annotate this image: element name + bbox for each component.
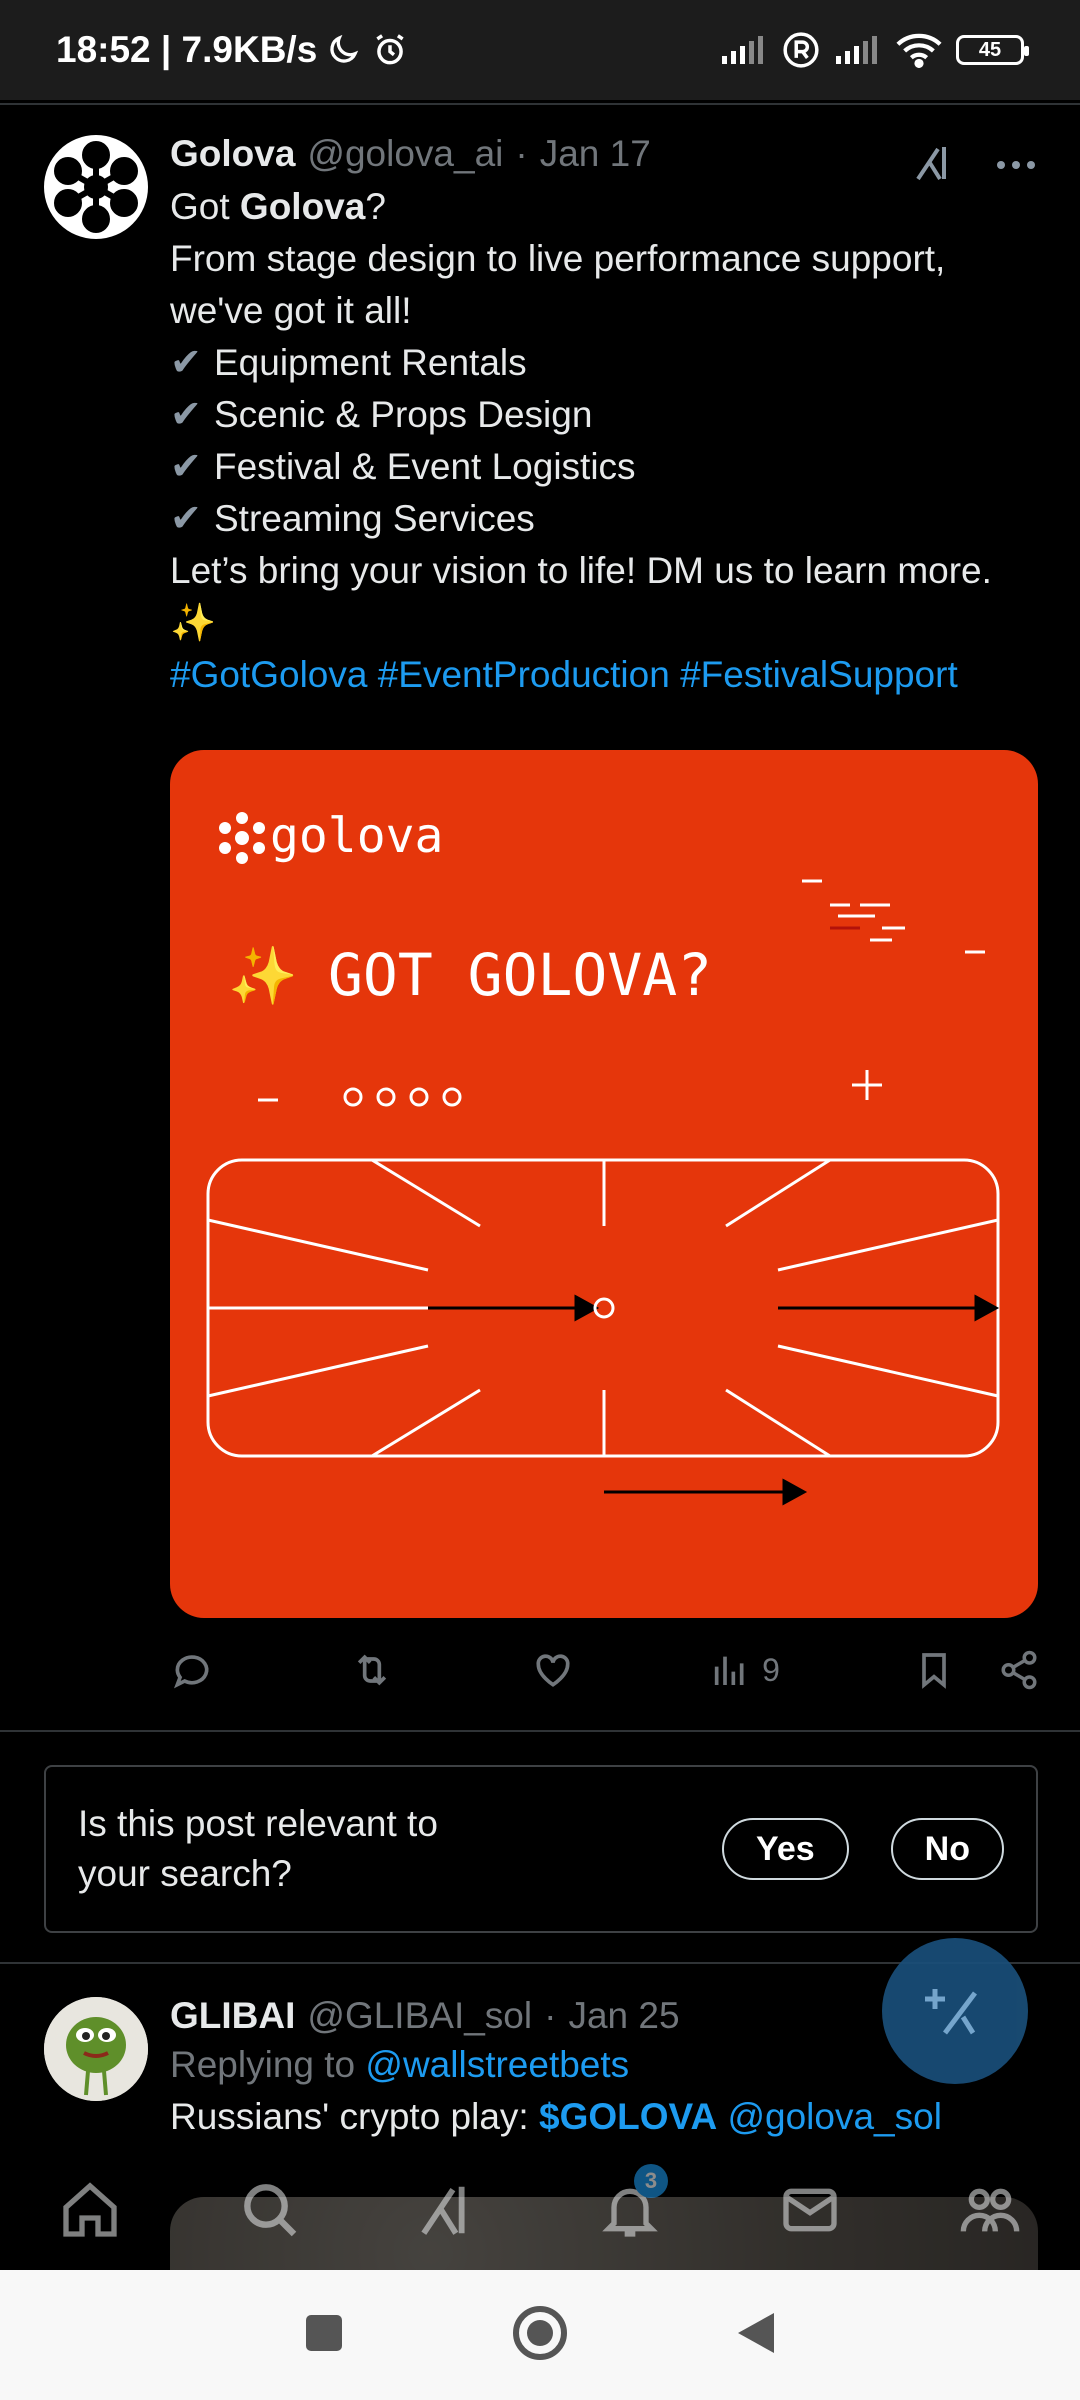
more-options-icon[interactable] bbox=[996, 157, 1036, 175]
intro-suffix: ? bbox=[365, 186, 386, 227]
checklist-label: Equipment Rentals bbox=[214, 342, 527, 383]
post-top-actions bbox=[914, 143, 1036, 188]
post-date[interactable]: Jan 25 bbox=[568, 1995, 679, 2037]
reply-icon bbox=[173, 1655, 209, 1689]
bookmark-share-group bbox=[914, 1648, 1040, 1692]
media-logo-text: golova bbox=[270, 808, 443, 864]
views-icon bbox=[714, 1656, 744, 1685]
separator: · bbox=[544, 1995, 557, 2036]
media-sparkle: ✨ bbox=[228, 944, 298, 1007]
post-action-bar: 9 bbox=[170, 1648, 1040, 1692]
no-button[interactable]: No bbox=[890, 1818, 1004, 1880]
check-icon: ✔ bbox=[170, 394, 202, 436]
alarm-icon bbox=[371, 31, 409, 69]
cashtag-link[interactable]: $GOLOVA bbox=[539, 2096, 717, 2137]
post2-text-line: Russians' crypto play: $GOLOVA @golova_s… bbox=[170, 2091, 1050, 2143]
tab-grok[interactable] bbox=[400, 2160, 500, 2260]
text-prefix: Russians' crypto play: bbox=[170, 2096, 539, 2137]
tab-messages[interactable] bbox=[760, 2160, 860, 2260]
notifications-badge: 3 bbox=[634, 2164, 668, 2198]
post-divider bbox=[0, 1730, 1080, 1732]
relevance-question: Is this post relevant to your search? bbox=[78, 1803, 438, 1894]
replying-prefix: Replying to bbox=[170, 2044, 366, 2085]
author-name[interactable]: Golova bbox=[170, 133, 295, 175]
home-system-button[interactable] bbox=[511, 2304, 569, 2367]
grok-icon[interactable] bbox=[914, 143, 958, 188]
checklist-item: ✔ Scenic & Props Design bbox=[170, 389, 1040, 441]
back-triangle-icon bbox=[737, 2312, 774, 2353]
square-icon bbox=[306, 2314, 343, 2351]
system-nav-bar bbox=[0, 2270, 1080, 2400]
mention-link[interactable]: @golova_sol bbox=[727, 2096, 941, 2137]
battery-indicator: 45 bbox=[956, 35, 1029, 65]
author-handle[interactable]: @golova_ai bbox=[307, 133, 503, 175]
tab-notifications[interactable]: 3 bbox=[580, 2160, 680, 2260]
checklist-item: ✔ Equipment Rentals bbox=[170, 337, 1040, 389]
repost-icon bbox=[357, 1654, 387, 1686]
description-line: From stage design to live performance su… bbox=[170, 238, 946, 331]
signal-2-icon bbox=[834, 34, 882, 66]
bottom-tab-bar: 3 bbox=[0, 2150, 1080, 2270]
repost-button[interactable] bbox=[348, 1648, 396, 1692]
mail-icon bbox=[783, 2188, 837, 2232]
bookmark-icon[interactable] bbox=[914, 1648, 954, 1692]
relevance-buttons: Yes No bbox=[722, 1818, 1004, 1880]
checklist-label: Scenic & Props Design bbox=[214, 394, 593, 435]
top-divider bbox=[0, 103, 1080, 105]
tab-search[interactable] bbox=[220, 2160, 320, 2260]
checklist-item: ✔ Festival & Event Logistics bbox=[170, 441, 1040, 493]
golova-logo-icon bbox=[219, 812, 265, 864]
grok-icon bbox=[421, 2186, 465, 2235]
wifi-icon bbox=[896, 32, 942, 68]
post-media[interactable]: golova ✨ GOT GOLOVA? bbox=[170, 750, 1038, 1618]
relevance-prompt: Is this post relevant to your search? Ye… bbox=[44, 1765, 1038, 1933]
reply-button[interactable] bbox=[170, 1648, 214, 1692]
tab-home[interactable] bbox=[40, 2160, 140, 2260]
checklist-label: Streaming Services bbox=[214, 498, 535, 539]
roaming-icon bbox=[782, 31, 820, 69]
back-button[interactable] bbox=[734, 2309, 778, 2362]
check-icon: ✔ bbox=[170, 446, 202, 488]
media-headline: GOT GOLOVA? bbox=[328, 941, 712, 1009]
circle-icon bbox=[512, 2305, 567, 2360]
communities-icon bbox=[960, 2188, 1020, 2232]
views-button[interactable]: 9 bbox=[710, 1650, 780, 1690]
checklist-label: Festival & Event Logistics bbox=[214, 446, 636, 487]
author-name[interactable]: GLIBAI bbox=[170, 1995, 295, 2037]
post-date[interactable]: Jan 17 bbox=[540, 133, 651, 175]
post-content: Golova @golova_ai · Jan 17 Got Golova? F… bbox=[170, 133, 1040, 701]
intro-prefix: Got bbox=[170, 186, 240, 227]
views-count: 9 bbox=[762, 1651, 780, 1688]
yes-button[interactable]: Yes bbox=[722, 1818, 849, 1880]
separator: · bbox=[515, 133, 528, 174]
author-handle[interactable]: @GLIBAI_sol bbox=[307, 1995, 532, 2037]
cta-line: Let’s bring your vision to life! DM us t… bbox=[170, 550, 992, 643]
recents-button[interactable] bbox=[302, 2311, 346, 2360]
like-button[interactable] bbox=[530, 1648, 576, 1692]
intro-bold: Golova bbox=[239, 186, 366, 227]
home-icon bbox=[63, 2182, 117, 2237]
search-icon bbox=[244, 2184, 297, 2237]
moon-icon bbox=[325, 32, 361, 68]
compose-plus-icon bbox=[925, 1989, 977, 2035]
share-icon[interactable] bbox=[998, 1649, 1040, 1691]
hashtags[interactable]: #GotGolova #EventProduction #FestivalSup… bbox=[170, 649, 1040, 701]
avatar[interactable] bbox=[44, 1997, 148, 2101]
tab-communities[interactable] bbox=[940, 2160, 1040, 2260]
checklist-item: ✔ Streaming Services bbox=[170, 493, 1040, 545]
heart-icon bbox=[536, 1654, 570, 1687]
status-time-speed: 18:52 | 7.9KB/s bbox=[56, 29, 318, 70]
signal-icon bbox=[720, 34, 768, 66]
intro-line: Got Golova? bbox=[170, 181, 1040, 233]
post-text: Got Golova? From stage design to live pe… bbox=[170, 181, 1040, 701]
replying-to-link[interactable]: @wallstreetbets bbox=[365, 2044, 629, 2085]
check-icon: ✔ bbox=[170, 342, 202, 384]
avatar[interactable] bbox=[44, 135, 148, 239]
compose-button[interactable] bbox=[882, 1938, 1028, 2084]
check-icon: ✔ bbox=[170, 498, 202, 540]
status-bar: 18:52 | 7.9KB/s 45 bbox=[0, 0, 1080, 100]
post-header: Golova @golova_ai · Jan 17 bbox=[170, 133, 1040, 175]
